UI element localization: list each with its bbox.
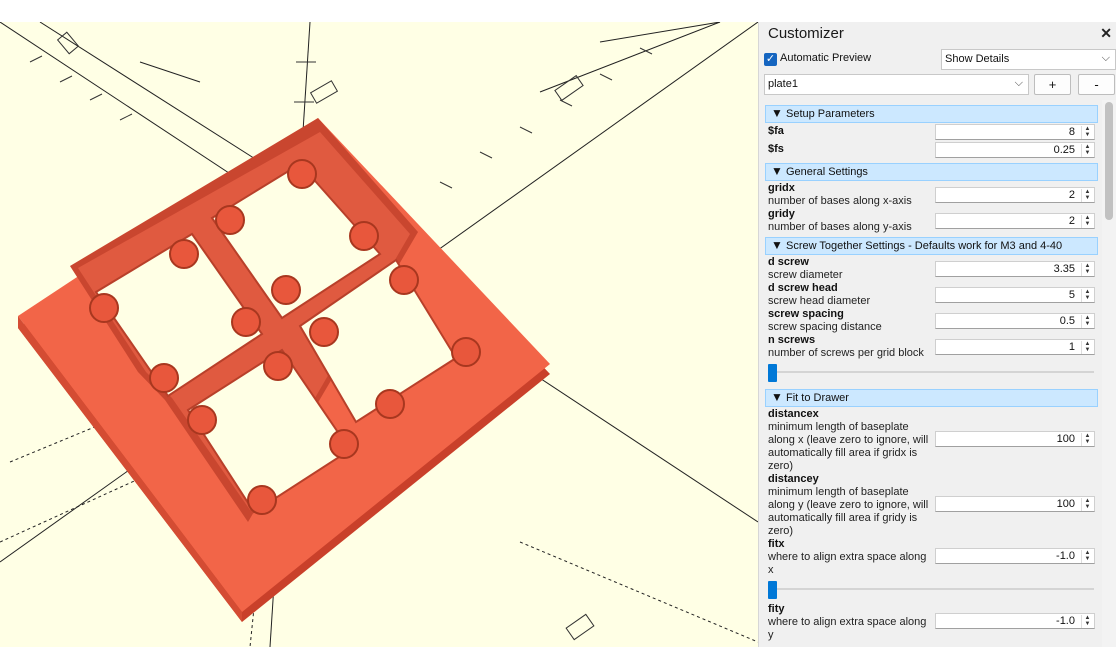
n-screws-spinbox[interactable]: 1 ▲ ▼: [935, 339, 1095, 355]
param-name-fa: $fa: [768, 125, 784, 137]
param-name-fs: $fs: [768, 143, 784, 155]
spin-arrows-icon[interactable]: ▲ ▼: [1081, 341, 1093, 354]
group-fit-to-drawer[interactable]: ▼ Fit to Drawer: [765, 389, 1098, 407]
param-desc-d-screw: screw diameter: [768, 269, 843, 281]
slider-handle[interactable]: [768, 581, 777, 599]
param-name-distancex: distancex: [768, 408, 819, 420]
gridy-value: 2: [1068, 215, 1075, 227]
group-general-settings[interactable]: ▼ General Settings: [765, 163, 1098, 181]
distancey-value: 100: [1056, 498, 1075, 510]
param-desc-distancex: minimum length of baseplate along x (lea…: [768, 421, 929, 472]
param-name-d-screw-head: d screw head: [768, 282, 838, 294]
customizer-panel: Customizer ✕ ✓ Automatic Preview Show De…: [763, 22, 1116, 647]
expand-triangle-icon: ▼: [771, 164, 783, 178]
spin-arrows-icon[interactable]: ▲ ▼: [1081, 126, 1093, 139]
param-desc-gridx: number of bases along x-axis: [768, 195, 912, 207]
details-dropdown-value: Show Details: [945, 53, 1010, 65]
automatic-preview-label: Automatic Preview: [780, 52, 872, 64]
n-screws-value: 1: [1068, 341, 1075, 353]
spin-arrows-icon[interactable]: ▲ ▼: [1081, 615, 1093, 628]
gridx-spinbox[interactable]: 2 ▲ ▼: [935, 187, 1095, 203]
fity-spinbox[interactable]: -1.0 ▲ ▼: [935, 613, 1095, 629]
spin-arrows-icon[interactable]: ▲ ▼: [1081, 263, 1093, 276]
spin-arrows-icon[interactable]: ▲ ▼: [1081, 215, 1093, 228]
add-preset-button[interactable]: +: [1034, 74, 1071, 95]
slider-track: [768, 588, 1094, 590]
d-screw-value: 3.35: [1053, 263, 1075, 275]
fitx-value: -1.0: [1056, 550, 1075, 562]
fitx-spinbox[interactable]: -1.0 ▲ ▼: [935, 548, 1095, 564]
remove-preset-button[interactable]: -: [1078, 74, 1115, 95]
gridy-spinbox[interactable]: 2 ▲ ▼: [935, 213, 1095, 229]
vertical-scrollbar[interactable]: [1102, 100, 1116, 647]
n-screws-slider[interactable]: [768, 364, 1094, 382]
3d-viewport[interactable]: [0, 22, 758, 647]
distancey-spinbox[interactable]: 100 ▲ ▼: [935, 496, 1095, 512]
group-label: General Settings: [786, 166, 868, 178]
param-desc-gridy: number of bases along y-axis: [768, 221, 912, 233]
preset-dropdown[interactable]: plate1 ⌵: [764, 74, 1029, 95]
group-label: Fit to Drawer: [786, 392, 849, 404]
param-name-distancey: distancey: [768, 473, 819, 485]
slider-handle[interactable]: [768, 364, 777, 382]
panel-title: Customizer: [768, 25, 844, 42]
param-name-fitx: fitx: [768, 538, 785, 550]
screw-spacing-spinbox[interactable]: 0.5 ▲ ▼: [935, 313, 1095, 329]
group-label: Setup Parameters: [786, 108, 875, 120]
scrollbar-thumb[interactable]: [1105, 102, 1113, 220]
d-screw-spinbox[interactable]: 3.35 ▲ ▼: [935, 261, 1095, 277]
fity-value: -1.0: [1056, 615, 1075, 627]
slider-track: [768, 371, 1094, 373]
param-desc-distancey: minimum length of baseplate along y (lea…: [768, 486, 929, 537]
param-name-d-screw: d screw: [768, 256, 809, 268]
fa-spinbox[interactable]: 8 ▲ ▼: [935, 124, 1095, 140]
chevron-down-icon: ⌵: [1101, 52, 1110, 64]
distancex-spinbox[interactable]: 100 ▲ ▼: [935, 431, 1095, 447]
spin-arrows-icon[interactable]: ▲ ▼: [1081, 144, 1093, 157]
expand-triangle-icon: ▼: [771, 106, 783, 120]
preset-dropdown-value: plate1: [768, 78, 798, 90]
spin-arrows-icon[interactable]: ▲ ▼: [1081, 550, 1093, 563]
param-name-gridx: gridx: [768, 182, 795, 194]
model-render: [0, 22, 758, 647]
fs-value: 0.25: [1053, 144, 1075, 156]
fs-spinbox[interactable]: 0.25 ▲ ▼: [935, 142, 1095, 158]
param-desc-screw-spacing: screw spacing distance: [768, 321, 882, 333]
d-screw-head-spinbox[interactable]: 5 ▲ ▼: [935, 287, 1095, 303]
spin-arrows-icon[interactable]: ▲ ▼: [1081, 315, 1093, 328]
group-label: Screw Together Settings - Defaults work …: [786, 240, 1063, 252]
gridx-value: 2: [1068, 189, 1075, 201]
details-dropdown[interactable]: Show Details ⌵: [941, 49, 1116, 70]
parameter-list: ▼ Setup Parameters $fa 8 ▲ ▼ $fs 0.25 ▲ ▼ …: [763, 100, 1100, 647]
distancex-value: 100: [1056, 433, 1075, 445]
param-name-fity: fity: [768, 603, 785, 615]
baseplate-model: [18, 118, 550, 622]
screw-spacing-value: 0.5: [1059, 315, 1075, 327]
param-desc-fitx: where to align extra space along x: [768, 551, 927, 576]
d-screw-head-value: 5: [1068, 289, 1075, 301]
spin-arrows-icon[interactable]: ▲ ▼: [1081, 433, 1093, 446]
chevron-down-icon: ⌵: [1014, 77, 1023, 89]
menu-strip: [0, 0, 1116, 22]
param-name-gridy: gridy: [768, 208, 795, 220]
expand-triangle-icon: ▼: [771, 238, 783, 252]
param-name-screw-spacing: screw spacing: [768, 308, 844, 320]
param-desc-d-screw-head: screw head diameter: [768, 295, 871, 307]
spin-arrows-icon[interactable]: ▲ ▼: [1081, 189, 1093, 202]
fitx-slider[interactable]: [768, 581, 1094, 599]
group-setup-parameters[interactable]: ▼ Setup Parameters: [765, 105, 1098, 123]
expand-triangle-icon: ▼: [771, 390, 783, 404]
spin-arrows-icon[interactable]: ▲ ▼: [1081, 289, 1093, 302]
close-icon[interactable]: ✕: [1100, 25, 1112, 42]
param-desc-fity: where to align extra space along y: [768, 616, 927, 641]
fa-value: 8: [1068, 126, 1075, 138]
param-desc-n-screws: number of screws per grid block: [768, 347, 924, 359]
checkbox-checked-icon[interactable]: ✓: [764, 53, 777, 66]
group-screw-settings[interactable]: ▼ Screw Together Settings - Defaults wor…: [765, 237, 1098, 255]
param-name-n-screws: n screws: [768, 334, 816, 346]
spin-arrows-icon[interactable]: ▲ ▼: [1081, 498, 1093, 511]
